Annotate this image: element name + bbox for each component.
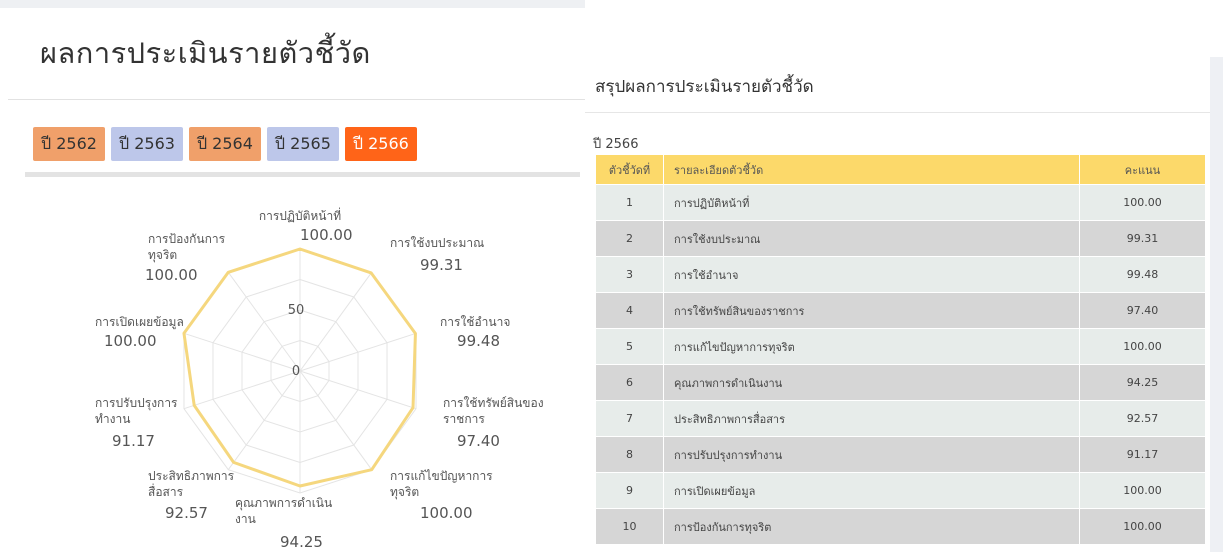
radar-axis-label: การแก้ไขปัญหาการทุจริต (390, 469, 493, 500)
page-title: ผลการประเมินรายตัวชี้วัด (40, 36, 371, 70)
radar-tick-label: 0 (292, 364, 300, 379)
row-score: 100.00 (1079, 472, 1206, 509)
row-score: 100.00 (1079, 508, 1206, 544)
radar-axis-label: การใช้อำนาจ (440, 315, 510, 329)
radar-tick-label: 50 (288, 303, 305, 318)
row-no: 7 (596, 400, 664, 437)
table-row: 9 การเปิดเผยข้อมูล 100.00 (596, 472, 1206, 509)
scrollbar-track[interactable] (1210, 57, 1223, 552)
row-score: 92.57 (1079, 400, 1206, 437)
year-tab-2563[interactable]: ปี 2563 (110, 127, 183, 161)
radar-value-label: 100.00 (300, 226, 353, 244)
radar-value-label: 100.00 (420, 504, 473, 522)
radar-spoke (299, 272, 373, 372)
column-header-score: คะแนน (1079, 155, 1206, 185)
row-score: 91.17 (1079, 436, 1206, 473)
row-no: 8 (596, 436, 664, 473)
table-row: 2 การใช้งบประมาณ 99.31 (596, 220, 1206, 257)
radar-axis-label: การปรับปรุงการทำงาน (95, 396, 178, 426)
header-divider (8, 99, 588, 100)
row-desc: การปฏิบัติหน้าที่ (663, 184, 1080, 221)
year-tab-2562[interactable]: ปี 2562 (33, 127, 105, 161)
year-tabs: ปี 2562 ปี 2563 ปี 2564 ปี 2565 ปี 2566 (33, 127, 417, 161)
summary-table: ตัวชี้วัดที่ รายละเอียดตัวชี้วัด คะแนน 1… (596, 155, 1206, 544)
year-tab-2565[interactable]: ปี 2565 (266, 127, 339, 161)
row-desc: การแก้ไขปัญหาการทุจริต (663, 328, 1080, 365)
year-tab-2566[interactable]: ปี 2566 (344, 127, 417, 161)
row-no: 1 (596, 184, 664, 221)
table-row: 10 การป้องกันการทุจริต 100.00 (596, 508, 1206, 544)
row-no: 10 (596, 508, 664, 544)
row-no: 5 (596, 328, 664, 365)
radar-value-label: 92.57 (165, 504, 208, 522)
row-score: 100.00 (1079, 328, 1206, 365)
radar-axis-label: การปฏิบัติหน้าที่ (259, 207, 341, 223)
indicator-results-panel: ผลการประเมินรายตัวชี้วัด ปี 2562 ปี 2563… (0, 0, 590, 552)
row-desc: การเปิดเผยข้อมูล (663, 472, 1080, 509)
row-desc: การป้องกันการทุจริต (663, 508, 1080, 544)
row-no: 4 (596, 292, 664, 329)
radar-value-label: 94.25 (280, 533, 323, 551)
row-score: 99.31 (1079, 220, 1206, 257)
radar-chart: 0 50 การปฏิบัติหน้าที่ 100.00 การใช้งบประมาณ… (95, 207, 544, 551)
table-row: 6 คุณภาพการดำเนินงาน 94.25 (596, 364, 1206, 401)
row-desc: ประสิทธิภาพการสื่อสาร (663, 400, 1080, 437)
radar-axis-label: การใช้งบประมาณ (390, 236, 484, 250)
table-row: 5 การแก้ไขปัญหาการทุจริต 100.00 (596, 328, 1206, 365)
year-tab-2564[interactable]: ปี 2564 (188, 127, 261, 161)
row-score: 97.40 (1079, 292, 1206, 329)
table-row: 8 การปรับปรุงการทำงาน 91.17 (596, 436, 1206, 473)
row-no: 2 (596, 220, 664, 257)
radar-axis-label: ประสิทธิภาพการสื่อสาร (148, 469, 235, 499)
tabs-underline (25, 172, 580, 177)
table-row: 4 การใช้ทรัพย์สินของราชการ 97.40 (596, 292, 1206, 329)
row-desc: การใช้อำนาจ (663, 256, 1080, 293)
radar-value-label: 91.17 (112, 432, 155, 450)
column-header-desc: รายละเอียดตัวชี้วัด (663, 155, 1080, 185)
row-desc: คุณภาพการดำเนินงาน (663, 364, 1080, 401)
row-desc: การใช้งบประมาณ (663, 220, 1080, 257)
radar-value-label: 99.31 (420, 256, 463, 274)
row-no: 6 (596, 364, 664, 401)
radar-value-label: 97.40 (457, 432, 500, 450)
radar-spoke (227, 370, 301, 470)
table-row: 7 ประสิทธิภาพการสื่อสาร 92.57 (596, 400, 1206, 437)
row-desc: การใช้ทรัพย์สินของราชการ (663, 292, 1080, 329)
summary-year-label: ปี 2566 (593, 137, 639, 152)
column-header-no: ตัวชี้วัดที่ (596, 155, 664, 185)
table-row: 3 การใช้อำนาจ 99.48 (596, 256, 1206, 293)
row-score: 100.00 (1079, 184, 1206, 221)
row-no: 9 (596, 472, 664, 509)
radar-axis-label: การใช้ทรัพย์สินของราชการ (443, 396, 544, 426)
row-desc: การปรับปรุงการทำงาน (663, 436, 1080, 473)
summary-title: สรุปผลการประเมินรายตัวชี้วัด (595, 77, 814, 97)
row-no: 3 (596, 256, 664, 293)
radar-value-label: 100.00 (145, 266, 198, 284)
row-score: 99.48 (1079, 256, 1206, 293)
summary-panel: สรุปผลการประเมินรายตัวชี้วัด ปี 2566 ตัว… (585, 0, 1223, 552)
radar-axis-label: คุณภาพการดำเนินงาน (235, 496, 332, 526)
radar-axis-label: การป้องกันการทุจริต (148, 232, 226, 263)
table-header-row: ตัวชี้วัดที่ รายละเอียดตัวชี้วัด คะแนน (596, 155, 1206, 185)
radar-value-label: 99.48 (457, 332, 500, 350)
radar-axis-label: การเปิดเผยข้อมูล (95, 315, 184, 330)
radar-spoke (227, 272, 301, 372)
row-score: 94.25 (1079, 364, 1206, 401)
radar-spoke (299, 370, 373, 470)
top-bar (0, 0, 590, 8)
summary-top-gap (585, 0, 1223, 57)
table-row: 1 การปฏิบัติหน้าที่ 100.00 (596, 184, 1206, 221)
radar-value-label: 100.00 (104, 332, 157, 350)
